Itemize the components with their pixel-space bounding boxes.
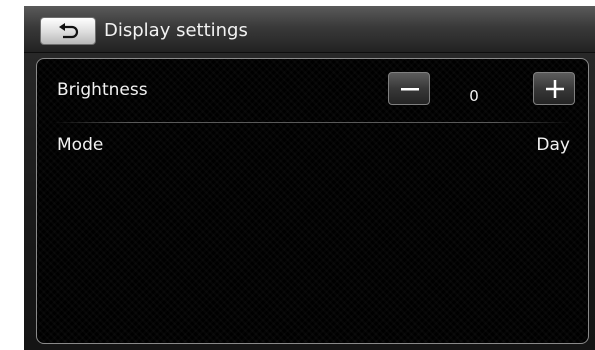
minus-icon (401, 88, 419, 91)
mode-value[interactable]: Day (464, 135, 570, 155)
mode-label: Mode (57, 135, 104, 155)
back-button[interactable] (40, 17, 96, 45)
brightness-decrease-button[interactable] (388, 72, 430, 105)
plus-icon (546, 80, 564, 98)
header-bar: Display settings (24, 6, 595, 53)
row-divider (52, 122, 572, 123)
back-arrow-icon (59, 23, 79, 39)
display-settings-screen: Display settings Brightness 0 Mode Day (24, 6, 595, 350)
brightness-label: Brightness (57, 80, 148, 100)
settings-panel (36, 58, 589, 344)
brightness-value: 0 (469, 87, 479, 105)
brightness-increase-button[interactable] (533, 72, 575, 105)
page-title: Display settings (104, 20, 248, 41)
